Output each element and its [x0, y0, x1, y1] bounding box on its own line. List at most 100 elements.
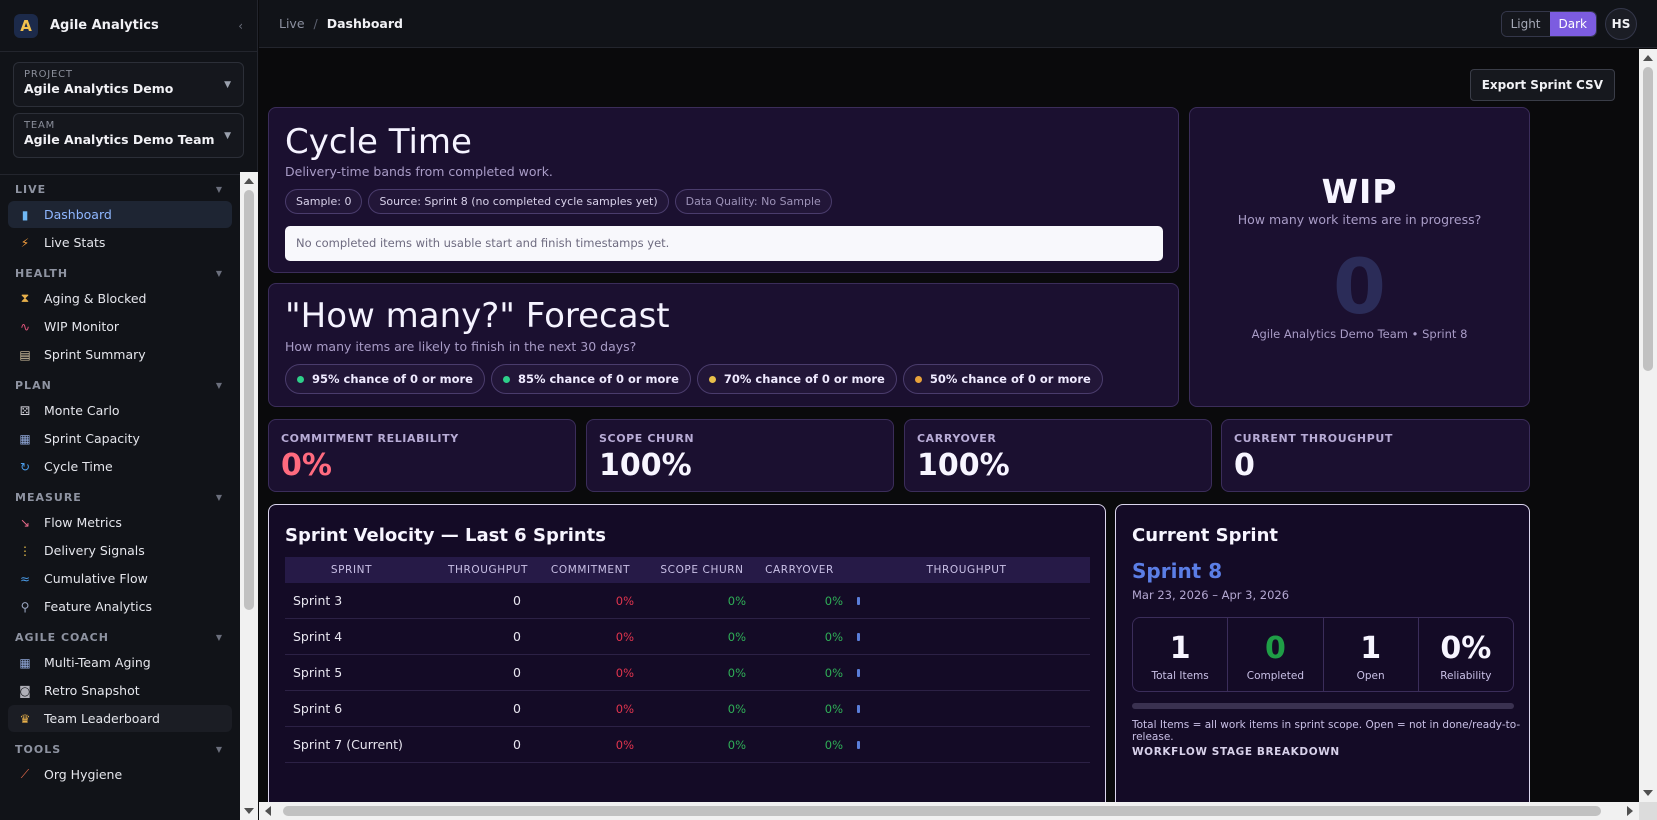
sidebar: A Agile Analytics ‹ PROJECT Agile Analyt…	[0, 0, 258, 820]
cell-carryover: 0%	[824, 737, 843, 752]
sidebar-item-delivery-signals[interactable]: ⋮ Delivery Signals	[8, 537, 232, 564]
sidebar-item-feature-analytics[interactable]: ⚲ Feature Analytics	[8, 593, 232, 620]
cell-scope-churn: 0%	[727, 737, 746, 752]
sidebar-item-cycle-time[interactable]: ↻ Cycle Time	[8, 453, 232, 480]
cell-commitment: 0%	[615, 737, 634, 752]
wip-value: 0	[1333, 242, 1386, 331]
sidebar-item-org-hygiene[interactable]: ⟋ Org Hygiene	[8, 761, 232, 788]
col-scope-churn: SCOPE CHURN	[660, 564, 744, 576]
theme-light-button[interactable]: Light	[1501, 11, 1550, 36]
nav-section-agile-coach[interactable]: AGILE COACH ▼	[0, 627, 240, 648]
table-row: Sprint 6 0 0% 0% 0%	[285, 691, 1090, 727]
sidebar-item-flow-metrics[interactable]: ↘ Flow Metrics	[8, 509, 232, 536]
chevron-down-icon: ▼	[215, 381, 223, 390]
team-select[interactable]: TEAM Agile Analytics Demo Team ▼	[13, 113, 244, 158]
cell-carryover: 0%	[824, 629, 843, 644]
traffic-light-icon: ⋮	[19, 543, 31, 558]
breadcrumb: Live / Dashboard	[279, 16, 403, 31]
export-sprint-csv-button[interactable]: Export Sprint CSV	[1469, 69, 1615, 101]
current-sprint-dates: Mar 23, 2026 – Apr 3, 2026	[1132, 588, 1290, 602]
cell-throughput: 0	[513, 593, 521, 608]
col-carryover: CARRYOVER	[765, 564, 834, 576]
stat-label: Total Items	[1151, 670, 1209, 682]
col-sprint: SPRINT	[330, 564, 373, 576]
cell-throughput-bar	[843, 701, 1090, 716]
scroll-right-icon[interactable]	[1627, 806, 1633, 816]
team-label: TEAM	[24, 120, 56, 131]
main-vertical-scrollbar[interactable]	[1639, 49, 1657, 802]
throughput-bar	[857, 597, 860, 605]
sidebar-scroll-thumb[interactable]	[244, 190, 254, 610]
horizontal-scroll-thumb[interactable]	[283, 806, 1601, 816]
stat-label: Completed	[1246, 670, 1305, 682]
scroll-down-icon[interactable]	[244, 808, 254, 814]
forecast-pill: 85% chance of 0 or more	[490, 364, 691, 394]
scroll-up-icon[interactable]	[1643, 55, 1653, 61]
sidebar-item-multi-team-aging[interactable]: ▦ Multi-Team Aging	[8, 649, 232, 676]
table-row: Sprint 4 0 0% 0% 0%	[285, 619, 1090, 655]
nav-section-live[interactable]: LIVE ▼	[0, 179, 240, 200]
cycle-time-title: Cycle Time	[285, 122, 472, 162]
sidebar-item-aging-blocked[interactable]: ⧗ Aging & Blocked	[8, 285, 232, 312]
sidebar-item-sprint-capacity[interactable]: ▦ Sprint Capacity	[8, 425, 232, 452]
sidebar-item-live-stats[interactable]: ⚡ Live Stats	[8, 229, 232, 256]
sidebar-item-label: Flow Metrics	[44, 515, 122, 530]
nav-section-measure[interactable]: MEASURE ▼	[0, 487, 240, 508]
sidebar-item-label: Org Hygiene	[44, 767, 123, 782]
sprint-velocity-panel: Sprint Velocity — Last 6 Sprints SPRINT …	[268, 504, 1106, 802]
data-quality-pill: Data Quality: No Sample	[674, 189, 832, 214]
breadcrumb-live[interactable]: Live	[279, 16, 305, 31]
sidebar-item-team-leaderboard[interactable]: ♛ Team Leaderboard	[8, 705, 232, 732]
refresh-icon: ↻	[19, 459, 31, 474]
line-chart-icon: ∿	[19, 319, 31, 334]
status-dot-icon	[914, 375, 922, 383]
nav-section-health[interactable]: HEALTH ▼	[0, 263, 240, 284]
project-select[interactable]: PROJECT Agile Analytics Demo ▼	[13, 62, 244, 107]
nav-section-tools[interactable]: TOOLS ▼	[0, 739, 240, 760]
sidebar-item-label: Cumulative Flow	[44, 571, 148, 586]
scroll-down-icon[interactable]	[1643, 790, 1653, 796]
nav-section-label: MEASURE	[15, 491, 82, 504]
sidebar-item-dashboard[interactable]: ▮ Dashboard	[8, 201, 232, 228]
sidebar-item-cumulative-flow[interactable]: ≈ Cumulative Flow	[8, 565, 232, 592]
sprint-progress-bar	[1132, 703, 1514, 709]
forecast-pill: 50% chance of 0 or more	[902, 364, 1103, 394]
kpi-value: 100%	[599, 448, 692, 483]
nav-section-plan[interactable]: PLAN ▼	[0, 375, 240, 396]
calendar-icon: ▦	[19, 655, 31, 670]
nav-section-label: PLAN	[15, 379, 52, 392]
main-horizontal-scrollbar[interactable]	[259, 802, 1639, 820]
cycle-time-pills: Sample: 0 Source: Sprint 8 (no completed…	[285, 189, 838, 214]
lightning-icon: ⚡	[20, 235, 30, 250]
sidebar-item-retro-snapshot[interactable]: ◙ Retro Snapshot	[8, 677, 232, 704]
forecast-pill-label: 50% chance of 0 or more	[929, 372, 1091, 386]
kpi-scope-churn: SCOPE CHURN 100%	[586, 419, 894, 492]
forecast-pill-label: 95% chance of 0 or more	[312, 372, 473, 386]
main-scroll-thumb[interactable]	[1643, 67, 1653, 371]
scroll-up-icon[interactable]	[244, 178, 254, 184]
scroll-left-icon[interactable]	[265, 806, 271, 816]
table-row: Sprint 5 0 0% 0% 0%	[285, 655, 1090, 691]
col-throughput-bar: THROUGHPUT	[926, 564, 1007, 576]
current-sprint-note: Total Items = all work items in sprint s…	[1132, 719, 1521, 743]
current-sprint-name: Sprint 8	[1132, 559, 1223, 583]
team-value: Agile Analytics Demo Team	[24, 132, 215, 147]
sidebar-item-sprint-summary[interactable]: ▤ Sprint Summary	[8, 341, 232, 368]
theme-toggle: Light Dark	[1500, 10, 1597, 37]
cell-scope-churn: 0%	[727, 593, 746, 608]
sidebar-scrollbar[interactable]	[240, 172, 258, 820]
cell-throughput-bar	[843, 665, 1090, 680]
dice-icon: ⚄	[19, 403, 31, 418]
sidebar-item-wip-monitor[interactable]: ∿ WIP Monitor	[8, 313, 232, 340]
user-avatar[interactable]: HS	[1605, 7, 1637, 40]
camera-icon: ◙	[19, 683, 31, 698]
cell-throughput-bar	[843, 737, 1090, 752]
current-sprint-title: Current Sprint	[1132, 525, 1278, 546]
kpi-carryover: CARRYOVER 100%	[904, 419, 1212, 492]
sidebar-item-monte-carlo[interactable]: ⚄ Monte Carlo	[8, 397, 232, 424]
sidebar-item-label: Dashboard	[44, 207, 112, 222]
sample-pill: Sample: 0	[285, 189, 363, 214]
cell-commitment: 0%	[615, 665, 634, 680]
collapse-sidebar-icon[interactable]: ‹	[238, 19, 243, 33]
theme-dark-button[interactable]: Dark	[1549, 11, 1596, 36]
